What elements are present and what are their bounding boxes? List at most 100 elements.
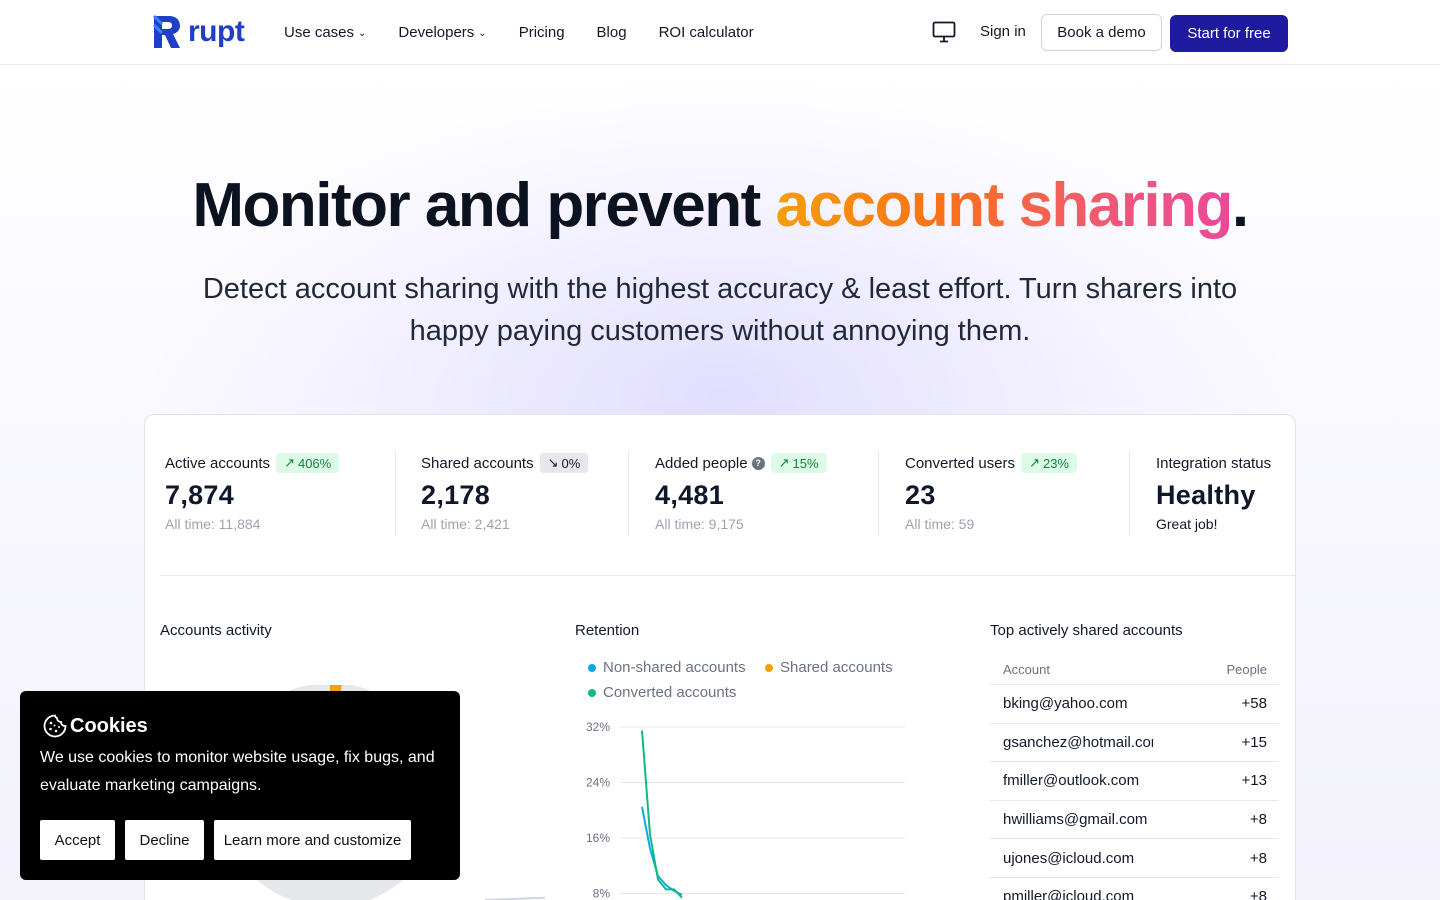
stat-label-text: Converted users <box>905 454 1016 472</box>
retention-chart: 32% 24% 16% 8% <box>586 720 905 900</box>
y-tick-label: 8% <box>593 887 611 900</box>
legend-label: Shared accounts <box>780 659 893 676</box>
stat-value: 7,874 <box>165 480 235 510</box>
stat-status-note: Great job! <box>1156 516 1218 532</box>
table-row[interactable]: fmiller@outlook.com +13 <box>990 762 1279 801</box>
nav-developers[interactable]: Developers ⌄ <box>398 24 486 41</box>
row-account: gsanchez@hotmail.com <box>1003 733 1153 751</box>
monitor-icon[interactable] <box>932 21 956 43</box>
badge-value: 15% <box>792 455 819 471</box>
accounts-activity-title: Accounts activity <box>160 622 272 639</box>
cookie-title-text: Cookies <box>70 714 148 737</box>
stat-label: Shared accounts ↘ 0% <box>421 453 589 473</box>
stat-value: Healthy <box>1156 480 1256 510</box>
hero-title: Monitor and prevent account sharing. <box>0 170 1440 241</box>
table-row[interactable]: hwilliams@gmail.com +8 <box>990 801 1279 840</box>
table-header: Account People <box>990 655 1279 685</box>
row-people: +58 <box>1241 695 1267 713</box>
brand-logo[interactable]: rupt <box>152 14 245 50</box>
row-people: +8 <box>1249 849 1267 867</box>
chevron-down-icon: ⌄ <box>358 28 367 39</box>
trend-flat-icon: ↘ <box>547 455 559 470</box>
trend-badge: ↗ 406% <box>276 453 340 473</box>
trend-up-icon: ↗ <box>284 455 295 470</box>
row-account: bking@yahoo.com <box>1003 695 1128 713</box>
y-tick-label: 16% <box>586 831 610 845</box>
hero-title-main: Monitor and prevent <box>192 171 776 240</box>
series-line-converted-accounts <box>641 730 683 899</box>
cookie-title: Cookies <box>42 713 148 739</box>
trend-badge: ↘ 0% <box>539 453 589 473</box>
stat-label-text: Integration status <box>1156 454 1272 472</box>
stat-divider <box>1129 451 1130 535</box>
chevron-down-icon: ⌄ <box>478 28 487 39</box>
legend-item[interactable]: Converted accounts <box>588 684 736 701</box>
row-account: fmiller@outlook.com <box>1003 772 1140 790</box>
cookie-customize-button[interactable]: Learn more and customize <box>214 820 411 860</box>
section-divider <box>160 575 1296 576</box>
trend-badge: ↗ 15% <box>770 453 827 473</box>
row-account: hwilliams@gmail.com <box>1003 811 1148 829</box>
sign-in-link[interactable]: Sign in <box>980 23 1026 40</box>
legend-item[interactable]: Shared accounts <box>765 659 893 676</box>
help-icon[interactable]: ? <box>751 456 765 470</box>
nav-use-cases-label: Use cases <box>284 24 355 41</box>
nav-pricing[interactable]: Pricing <box>519 24 565 41</box>
legend-label: Converted accounts <box>603 684 737 701</box>
brand-name: rupt <box>188 15 245 48</box>
stat-shared-accounts: Shared accounts ↘ 0% 2,178 All time: 2,42… <box>421 453 589 532</box>
nav-developers-label: Developers <box>398 24 475 41</box>
nav-use-cases[interactable]: Use cases ⌄ <box>284 24 366 41</box>
badge-value: 23% <box>1042 455 1069 471</box>
stat-label-text: Added people <box>655 454 748 472</box>
stat-label-text: Shared accounts <box>421 454 534 472</box>
nav-roi-calculator[interactable]: ROI calculator <box>659 24 754 41</box>
legend-label: Non-shared accounts <box>603 659 746 676</box>
stat-all-time: All time: 9,175 <box>655 516 744 532</box>
table-row[interactable]: pmiller@icloud.com +8 <box>990 878 1279 900</box>
stat-divider <box>878 451 879 535</box>
row-people: +15 <box>1241 733 1267 751</box>
stat-label: Active accounts ↗ 406% <box>165 453 340 473</box>
stat-divider <box>628 451 629 535</box>
table-row[interactable]: ujones@icloud.com +8 <box>990 839 1279 878</box>
stat-label: Added people ? ↗ 15% <box>655 453 827 473</box>
cookie-accept-button[interactable]: Accept <box>40 820 115 860</box>
y-tick-label: 24% <box>586 776 610 790</box>
trend-up-icon: ↗ <box>778 455 790 470</box>
hero-subtitle: Detect account sharing with the highest … <box>202 273 1238 347</box>
main-nav: Use cases ⌄ Developers ⌄ Pricing Blog RO… <box>284 0 786 65</box>
row-people: +13 <box>1241 772 1267 790</box>
stat-all-time: All time: 59 <box>905 516 975 532</box>
stat-value: 4,481 <box>655 480 725 510</box>
hero-title-highlight: account sharing <box>775 171 1234 240</box>
stat-value: 2,178 <box>421 480 491 510</box>
col-people-header: People <box>1226 662 1267 677</box>
nav-blog[interactable]: Blog <box>597 24 627 41</box>
stat-added-people: Added people ? ↗ 15% 4,481 All time: 9,17… <box>655 453 827 532</box>
table-row[interactable]: bking@yahoo.com +58 <box>990 685 1279 724</box>
row-account: pmiller@icloud.com <box>1003 888 1135 900</box>
top-navbar: rupt Use cases ⌄ Developers ⌄ Pricing Bl… <box>0 0 1440 65</box>
legend-item[interactable]: Non-shared accounts <box>588 659 746 676</box>
cookie-decline-button[interactable]: Decline <box>125 820 204 860</box>
top-shared-table: Account People bking@yahoo.com +58 gsanc… <box>990 655 1279 900</box>
stat-converted-users: Converted users ↗ 23% 23 All time: 59 <box>905 453 1077 532</box>
row-people: +8 <box>1249 811 1267 829</box>
stat-all-time: All time: 2,421 <box>421 516 510 532</box>
badge-value: 406% <box>297 455 332 471</box>
row-account: ujones@icloud.com <box>1003 849 1135 867</box>
rupt-logo-icon <box>152 14 180 48</box>
table-row[interactable]: gsanchez@hotmail.com +15 <box>990 724 1279 763</box>
book-demo-button[interactable]: Book a demo <box>1041 14 1162 51</box>
badge-value: 0% <box>561 455 581 471</box>
start-free-button[interactable]: Start for free <box>1170 15 1288 52</box>
stat-label-text: Active accounts <box>165 454 271 472</box>
trend-up-icon: ↗ <box>1029 455 1040 470</box>
retention-title: Retention <box>575 622 640 639</box>
legend-dot <box>588 663 596 672</box>
stat-all-time: All time: 11,884 <box>165 516 261 532</box>
col-account-header: Account <box>1003 662 1050 677</box>
stat-label: Integration status <box>1156 453 1271 473</box>
legend-dot <box>588 688 596 697</box>
